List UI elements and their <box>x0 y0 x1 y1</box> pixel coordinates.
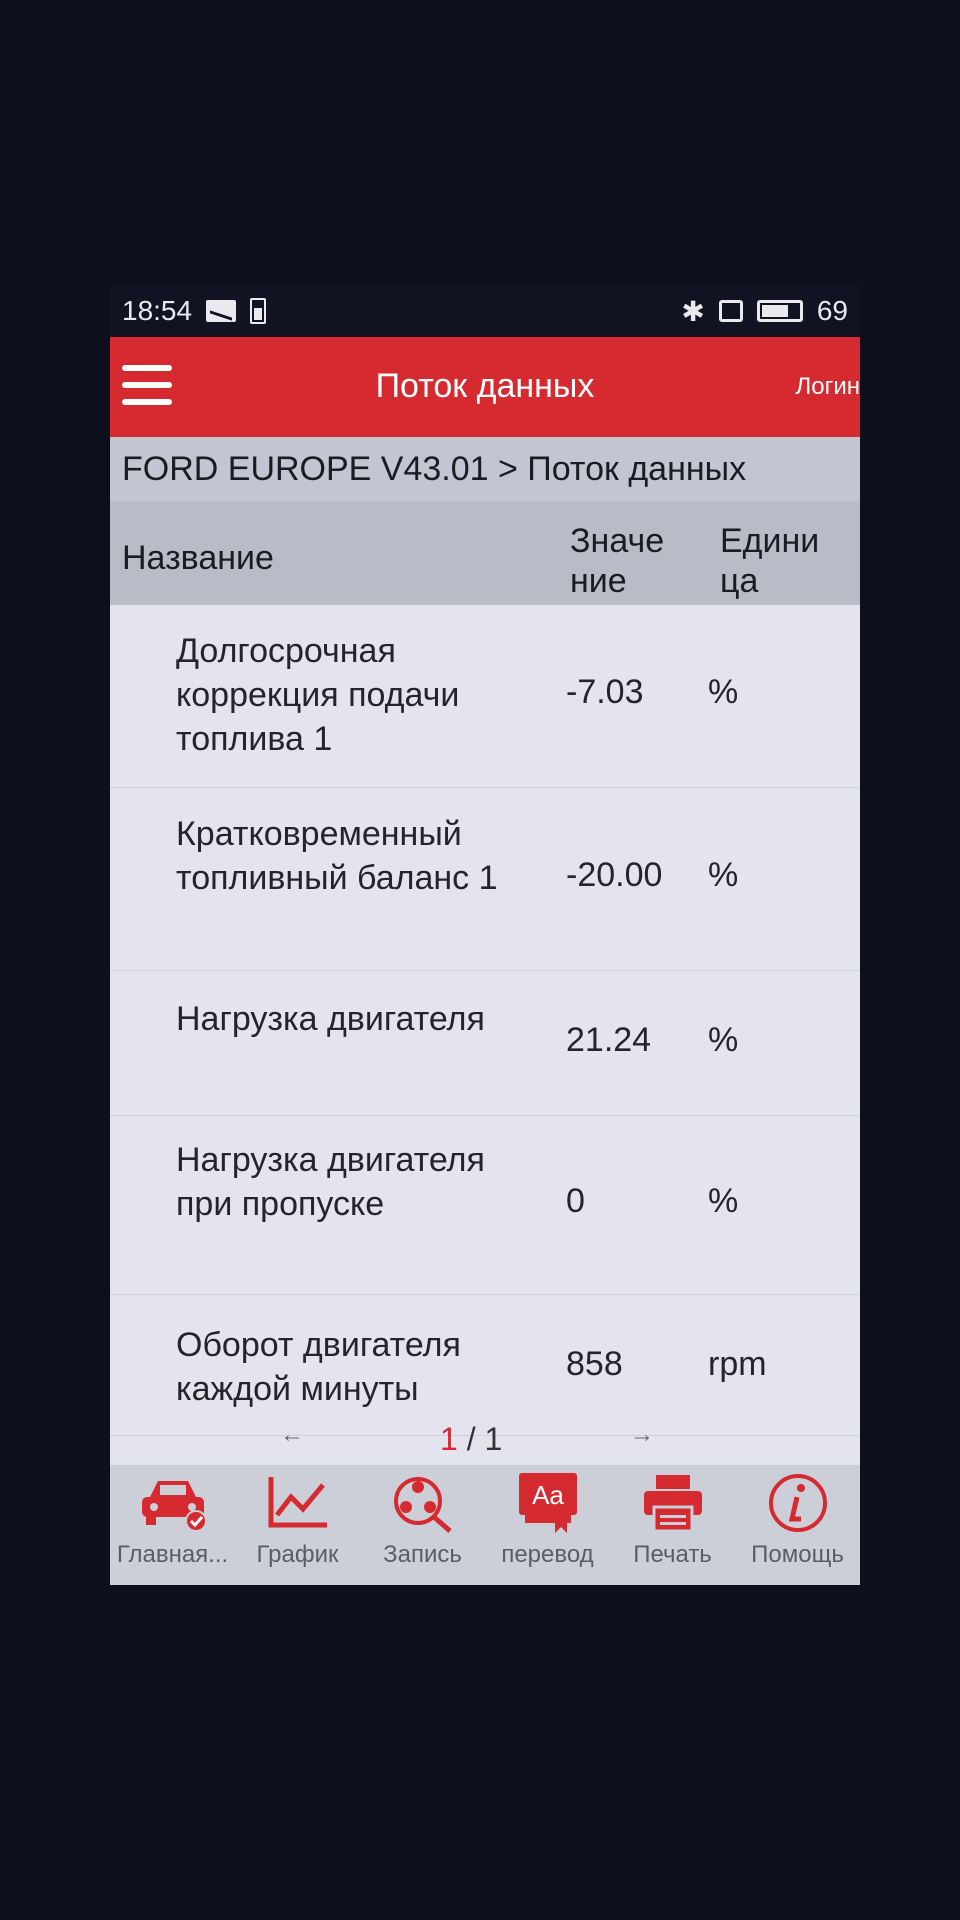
battery-level: 69 <box>816 295 848 326</box>
bluetooth-icon: ✱ <box>681 295 705 327</box>
table-row[interactable]: Нагрузка двигателя при пропуске 0 % <box>110 1116 860 1295</box>
home-button[interactable]: Главная... <box>113 1465 233 1569</box>
row-value: 21.24 <box>566 1021 652 1059</box>
row-name: Нагрузка двигателя при пропуске <box>176 1141 485 1223</box>
screen-icon <box>718 300 743 322</box>
page-separator: / <box>457 1421 485 1457</box>
app-screen: 18:54 ✱ 69 Поток данных Логин FORD EUROP… <box>110 285 860 1585</box>
status-time: 18:54 <box>122 295 193 326</box>
row-name: Кратковременный топливный баланс 1 <box>176 815 498 897</box>
row-value: 0 <box>566 1182 585 1220</box>
home-label: Главная... <box>116 1541 229 1568</box>
row-unit: % <box>708 673 739 711</box>
status-bar: 18:54 ✱ 69 <box>110 285 860 337</box>
translate-button[interactable]: Aa перевод <box>488 1465 608 1569</box>
translate-icon: Aa <box>518 1473 577 1533</box>
bottom-toolbar: Главная... График Запись Aa перевод Печа… <box>110 1465 860 1585</box>
info-icon <box>768 1474 827 1532</box>
pagination: ← 1 / 1 → <box>110 1415 860 1465</box>
film-reel-icon <box>393 1477 452 1533</box>
row-unit: % <box>708 1021 739 1059</box>
help-button[interactable]: Помощь <box>738 1465 858 1569</box>
row-name: Оборот двигателя каждой минуты <box>176 1326 461 1408</box>
table-header: Название Значение Единица <box>110 501 860 605</box>
row-value: -20.00 <box>566 856 663 894</box>
login-button[interactable]: Логин <box>795 373 860 401</box>
page-title: Поток данных <box>375 367 595 405</box>
record-label: Запись <box>383 1541 462 1568</box>
record-button[interactable]: Запись <box>363 1465 483 1569</box>
data-stream-list[interactable]: Долгосрочная коррекция подачи топлива 1 … <box>110 605 860 1465</box>
row-unit: rpm <box>708 1345 767 1383</box>
battery-icon <box>756 300 803 322</box>
car-icon <box>141 1481 207 1532</box>
charging-icon <box>250 298 267 324</box>
table-row[interactable]: Нагрузка двигателя 21.24 % <box>110 971 860 1116</box>
table-row[interactable]: Кратковременный топливный баланс 1 -20.0… <box>110 788 860 971</box>
breadcrumb: FORD EUROPE V43.01 > Поток данных <box>110 437 860 501</box>
prev-page-arrow-icon[interactable]: ← <box>280 1421 304 1449</box>
page-indicator: 1 / 1 <box>440 1421 502 1458</box>
row-unit: % <box>708 856 739 894</box>
row-name: Нагрузка двигателя <box>176 1000 485 1038</box>
next-page-arrow-icon[interactable]: → <box>630 1421 654 1449</box>
table-row[interactable]: Долгосрочная коррекция подачи топлива 1 … <box>110 605 860 788</box>
column-header-unit: Единица <box>720 522 820 600</box>
status-right: ✱ 69 <box>681 295 848 328</box>
translate-label: перевод <box>501 1541 594 1568</box>
row-value: 858 <box>566 1345 623 1383</box>
translate-badge-text: Aa <box>532 1480 564 1510</box>
app-bar: Поток данных Логин <box>110 337 860 437</box>
column-header-value: Значение <box>570 522 665 600</box>
row-value: -7.03 <box>566 673 644 711</box>
column-header-name: Название <box>122 539 274 577</box>
graph-icon <box>268 1477 327 1528</box>
row-name: Долгосрочная коррекция подачи топлива 1 <box>176 632 460 758</box>
current-page: 1 <box>440 1421 458 1457</box>
graph-label: График <box>256 1541 339 1568</box>
printer-icon <box>643 1475 702 1533</box>
status-left: 18:54 <box>122 295 267 327</box>
row-unit: % <box>708 1182 739 1220</box>
print-button[interactable]: Печать <box>613 1465 733 1569</box>
graph-button[interactable]: График <box>238 1465 358 1569</box>
total-pages: 1 <box>484 1421 503 1457</box>
print-label: Печать <box>633 1541 712 1568</box>
notification-icon <box>206 300 237 322</box>
help-label: Помощь <box>751 1541 844 1568</box>
